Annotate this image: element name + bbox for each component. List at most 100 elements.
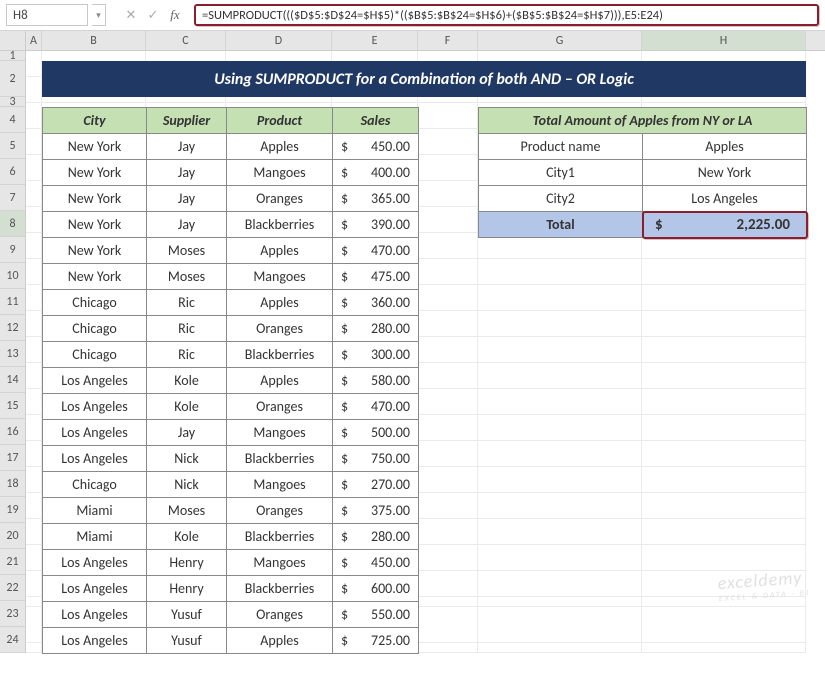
col-header[interactable]: D <box>226 31 332 50</box>
enter-icon[interactable]: ✓ <box>142 4 164 26</box>
name-box[interactable]: H8 <box>6 4 88 26</box>
col-header[interactable]: H <box>642 31 806 50</box>
cell[interactable]: Apples <box>227 238 333 264</box>
col-header[interactable]: A <box>26 31 42 50</box>
cell[interactable]: Los Angeles <box>43 602 147 628</box>
row-header[interactable]: 6 <box>0 159 25 185</box>
col-supplier-header[interactable]: Supplier <box>147 108 227 134</box>
cell[interactable]: Mangoes <box>227 264 333 290</box>
cell[interactable]: Chicago <box>43 472 147 498</box>
cell[interactable]: Oranges <box>227 602 333 628</box>
cell[interactable]: Nick <box>147 472 227 498</box>
cell[interactable]: $500.00 <box>333 420 419 446</box>
cell[interactable]: Oranges <box>227 316 333 342</box>
cancel-icon[interactable]: ✕ <box>120 4 142 26</box>
summary-total-label[interactable]: Total <box>479 212 643 238</box>
cell[interactable]: $390.00 <box>333 212 419 238</box>
cell[interactable]: New York <box>43 186 147 212</box>
cell[interactable]: Chicago <box>43 290 147 316</box>
cell[interactable]: Blackberries <box>227 576 333 602</box>
summary-total-value[interactable]: $ 2,225.00 <box>643 212 807 238</box>
cell[interactable]: $360.00 <box>333 290 419 316</box>
row-header[interactable]: 10 <box>0 263 25 289</box>
cell[interactable]: Apples <box>227 368 333 394</box>
col-header[interactable]: G <box>478 31 642 50</box>
cell[interactable]: $365.00 <box>333 186 419 212</box>
summary-value[interactable]: Apples <box>643 134 807 160</box>
cell[interactable]: Chicago <box>43 342 147 368</box>
row-header[interactable]: 1 <box>0 51 25 61</box>
cell[interactable]: Los Angeles <box>43 576 147 602</box>
cell[interactable]: Kole <box>147 524 227 550</box>
cell[interactable]: Mangoes <box>227 420 333 446</box>
cell[interactable]: $450.00 <box>333 134 419 160</box>
row-header[interactable]: 20 <box>0 523 25 549</box>
cell[interactable]: New York <box>43 160 147 186</box>
cell[interactable]: $280.00 <box>333 524 419 550</box>
cell[interactable]: Los Angeles <box>43 628 147 654</box>
cell[interactable]: New York <box>43 134 147 160</box>
cell[interactable]: Ric <box>147 290 227 316</box>
cell[interactable]: New York <box>43 264 147 290</box>
cell[interactable]: Mangoes <box>227 160 333 186</box>
row-header[interactable]: 14 <box>0 367 25 393</box>
cell[interactable]: Blackberries <box>227 446 333 472</box>
col-header[interactable]: C <box>146 31 226 50</box>
row-header[interactable]: 7 <box>0 185 25 211</box>
row-header[interactable]: 11 <box>0 289 25 315</box>
cell[interactable]: Mangoes <box>227 550 333 576</box>
summary-label[interactable]: Product name <box>479 134 643 160</box>
cell[interactable]: New York <box>43 238 147 264</box>
col-product-header[interactable]: Product <box>227 108 333 134</box>
cell[interactable]: Miami <box>43 524 147 550</box>
row-header[interactable]: 18 <box>0 471 25 497</box>
cell[interactable]: Jay <box>147 186 227 212</box>
cell[interactable]: Jay <box>147 160 227 186</box>
cell[interactable]: $470.00 <box>333 394 419 420</box>
row-header[interactable]: 21 <box>0 549 25 575</box>
col-city-header[interactable]: City <box>43 108 147 134</box>
cell[interactable]: Yusuf <box>147 628 227 654</box>
cell[interactable]: Henry <box>147 576 227 602</box>
cell[interactable]: $550.00 <box>333 602 419 628</box>
cell[interactable]: Henry <box>147 550 227 576</box>
formula-bar[interactable]: =SUMPRODUCT((($D$5:$D$24=$H$5)*(($B$5:$B… <box>194 4 819 26</box>
cell[interactable]: $750.00 <box>333 446 419 472</box>
cell[interactable]: $470.00 <box>333 238 419 264</box>
fx-icon[interactable]: fx <box>164 4 186 26</box>
cell[interactable]: Apples <box>227 290 333 316</box>
cell[interactable]: Jay <box>147 420 227 446</box>
summary-label[interactable]: City2 <box>479 186 643 212</box>
cell[interactable]: Los Angeles <box>43 446 147 472</box>
cell[interactable]: Moses <box>147 498 227 524</box>
cell[interactable]: $400.00 <box>333 160 419 186</box>
row-header[interactable]: 17 <box>0 445 25 471</box>
cell[interactable]: Blackberries <box>227 524 333 550</box>
cell[interactable]: Blackberries <box>227 212 333 238</box>
cell[interactable]: $580.00 <box>333 368 419 394</box>
col-header[interactable]: E <box>332 31 418 50</box>
col-header[interactable]: F <box>418 31 478 50</box>
row-header[interactable]: 3 <box>0 97 25 107</box>
col-header[interactable]: B <box>42 31 146 50</box>
cell[interactable]: $450.00 <box>333 550 419 576</box>
cell[interactable]: Miami <box>43 498 147 524</box>
row-header[interactable]: 5 <box>0 133 25 159</box>
row-header[interactable]: 4 <box>0 107 25 133</box>
summary-value[interactable]: Los Angeles <box>643 186 807 212</box>
cell[interactable]: Nick <box>147 446 227 472</box>
cell[interactable]: $300.00 <box>333 342 419 368</box>
cell[interactable]: Blackberries <box>227 342 333 368</box>
cell[interactable]: $475.00 <box>333 264 419 290</box>
summary-header[interactable]: Total Amount of Apples from NY or LA <box>479 108 807 134</box>
cell[interactable]: $375.00 <box>333 498 419 524</box>
summary-value[interactable]: New York <box>643 160 807 186</box>
cell[interactable]: Ric <box>147 316 227 342</box>
cell[interactable]: Jay <box>147 212 227 238</box>
row-header[interactable]: 15 <box>0 393 25 419</box>
cell[interactable]: Apples <box>227 628 333 654</box>
row-header[interactable]: 9 <box>0 237 25 263</box>
row-header[interactable]: 13 <box>0 341 25 367</box>
cell[interactable]: Los Angeles <box>43 420 147 446</box>
cell[interactable]: Los Angeles <box>43 394 147 420</box>
